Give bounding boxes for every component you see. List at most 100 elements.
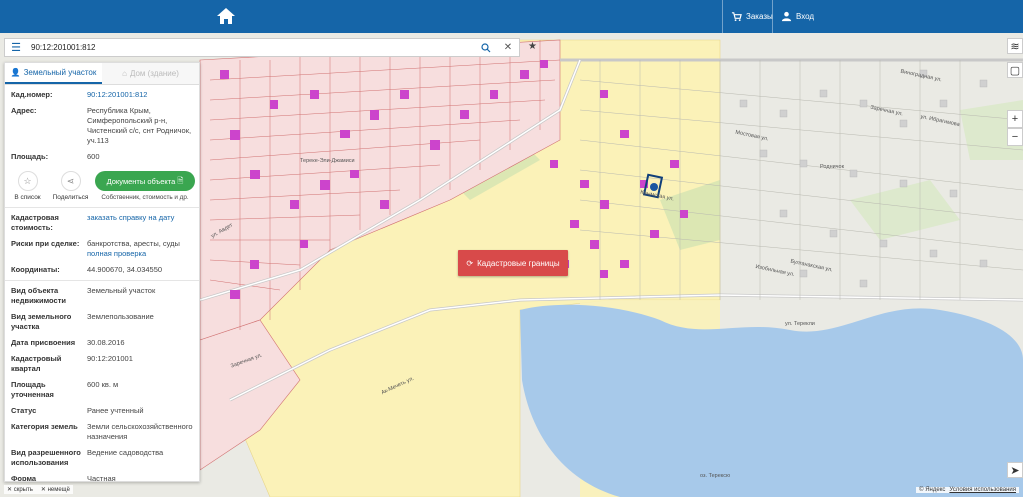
close-icon[interactable]: ✕ [497,42,519,53]
order-certificate-link[interactable]: заказать справку на дату [87,213,193,233]
info-panel: 👤 Земельный участок ⌂ Дом (здание) Кад.н… [4,62,200,482]
field-key: Площадь: [11,152,49,161]
field-row: Риски при сделке: банкротства, аресты, с… [5,236,199,262]
document-icon: 🗎 [177,175,184,185]
field-value: 90:12:201001 [87,354,133,363]
field-key: Форма собственности [11,474,37,482]
field-key: Кадастровая стоимость: [11,213,59,232]
field-key: Кадастровый квартал [11,354,62,373]
user-icon [781,11,792,22]
field-key: Вид разрешенного использования [11,448,81,467]
user-icon: 👤 [10,68,21,77]
top-bar: Заказы Вход [0,0,1023,33]
address-value: Республика Крым, Симферопольский р-н, Чи… [87,106,192,145]
terms-link[interactable]: Условия использования [949,487,1016,493]
layers-button[interactable]: ≋ [1007,38,1023,54]
fullscreen-button[interactable]: ▢ [1007,62,1023,78]
tab-land-plot[interactable]: 👤 Земельный участок [5,63,102,84]
field-key: Статус [11,406,37,415]
login-button[interactable]: Вход [772,0,1023,33]
field-row: Кад.номер: 90:12:201001:812 [5,85,199,103]
field-key: Адрес: [11,106,37,115]
lake-label: оз. Терексю [700,473,731,479]
full-check-link[interactable]: полная проверка [87,249,193,259]
search-input[interactable]: 90:12:201001:812 [27,43,475,52]
field-row: Вид земельного участка Землепользование [5,309,199,335]
area-value: 600 [87,152,100,161]
field-key: Площадь уточненная [11,380,54,399]
hide-label: скрыть [13,487,33,493]
field-value: 30.08.2016 [87,338,125,347]
field-key: Вид земельного участка [11,312,72,331]
locate-button[interactable]: ➤ [1007,462,1023,478]
hide-button[interactable]: ✕ скрыть [7,486,33,493]
field-row: Дата присвоения 30.08.2016 [5,335,199,351]
field-row: Форма собственности Частная [5,471,199,482]
field-row: Вид объекта недвижимости Земельный участо… [5,283,199,309]
field-value: Земельный участок [87,286,156,295]
field-row: Кадастровый квартал 90:12:201001 [5,351,199,377]
place-label: Родничок [820,164,845,170]
field-row: Координаты: 44.900670, 34.034550 [5,262,199,278]
risks-value: банкротства, аресты, суды [87,239,180,248]
field-row: Площадь уточненная 600 кв. м [5,377,199,403]
field-key: Вид объекта недвижимости [11,286,66,305]
zoom-in-button[interactable]: + [1007,110,1023,128]
home-icon[interactable] [216,6,236,26]
plus-icon: + [1011,113,1019,125]
legend-button[interactable]: ✕ немещё [41,486,70,493]
divider [5,280,199,281]
coordinates-value: 44.900670, 34.034550 [87,265,163,274]
field-key: Дата присвоения [11,338,76,347]
field-value: Ведение садоводства [87,448,164,457]
cadastral-borders-button[interactable]: ⟳ Кадастровые границы [458,250,568,276]
field-row: Площадь: 600 [5,149,199,165]
zoom-out-button[interactable]: − [1007,128,1023,146]
field-row: Статус Ранее учтенный [5,403,199,419]
documents-button[interactable]: Документы объекта 🗎 [95,171,195,191]
divider [5,207,199,208]
documents-group: Документы объекта 🗎 Собственник, стоимос… [95,171,195,201]
cart-icon [731,12,742,22]
tab-label: Дом (здание) [129,69,179,78]
star-icon: ☆ [17,171,38,191]
documents-subtitle: Собственник, стоимость и др. [101,194,189,201]
share-button[interactable]: ⋖ Поделиться [52,171,89,201]
location-arrow-icon: ➤ [1010,464,1020,477]
field-key: Кад.номер: [11,90,53,99]
place-label: Тереке-Эли-Джамиси [300,158,355,164]
field-value: Земли сельскохозяйственного назначения [87,422,193,441]
orders-label: Заказы [746,12,773,21]
field-value: Землепользование [87,312,154,321]
search-icon[interactable] [475,42,497,53]
field-key: Категория земель [11,422,78,431]
action-label: Поделиться [52,194,89,201]
refresh-icon: ⟳ [466,258,474,268]
field-row: Вид разрешенного использования Ведение са… [5,445,199,471]
field-value: 600 кв. м [87,380,119,389]
field-row: Кадастровая стоимость: заказать справку … [5,210,199,236]
cadastral-borders-label: Кадастровые границы [477,258,560,268]
legend-label: немещё [47,487,70,493]
favorite-star-icon[interactable]: ★ [528,41,537,52]
footer-left: ✕ скрыть ✕ немещё [4,485,73,494]
house-icon: ⌂ [122,69,127,78]
cadastral-number-link[interactable]: 90:12:201001:812 [87,90,193,100]
minus-icon: − [1011,131,1019,143]
layers-icon: ≋ [1010,40,1020,53]
action-label: В список [14,194,41,201]
field-key: Риски при сделке: [11,239,80,248]
add-to-list-button[interactable]: ☆ В список [9,171,46,201]
footer-right: © Яндекс Условия использования [916,487,1019,493]
menu-icon[interactable]: ☰ [5,41,27,54]
street-label: ул. Терекли [785,321,815,327]
fullscreen-icon: ▢ [1009,64,1021,77]
tab-building[interactable]: ⌂ Дом (здание) [102,63,199,84]
field-key: Координаты: [11,265,60,274]
field-value: Частная [87,474,116,482]
search-bar: ☰ 90:12:201001:812 ✕ [4,38,520,57]
yandex-copyright: © Яндекс [919,487,946,493]
share-icon: ⋖ [60,171,81,191]
field-row: Адрес: Республика Крым, Симферопольский … [5,103,199,149]
field-value: Ранее учтенный [87,406,144,415]
